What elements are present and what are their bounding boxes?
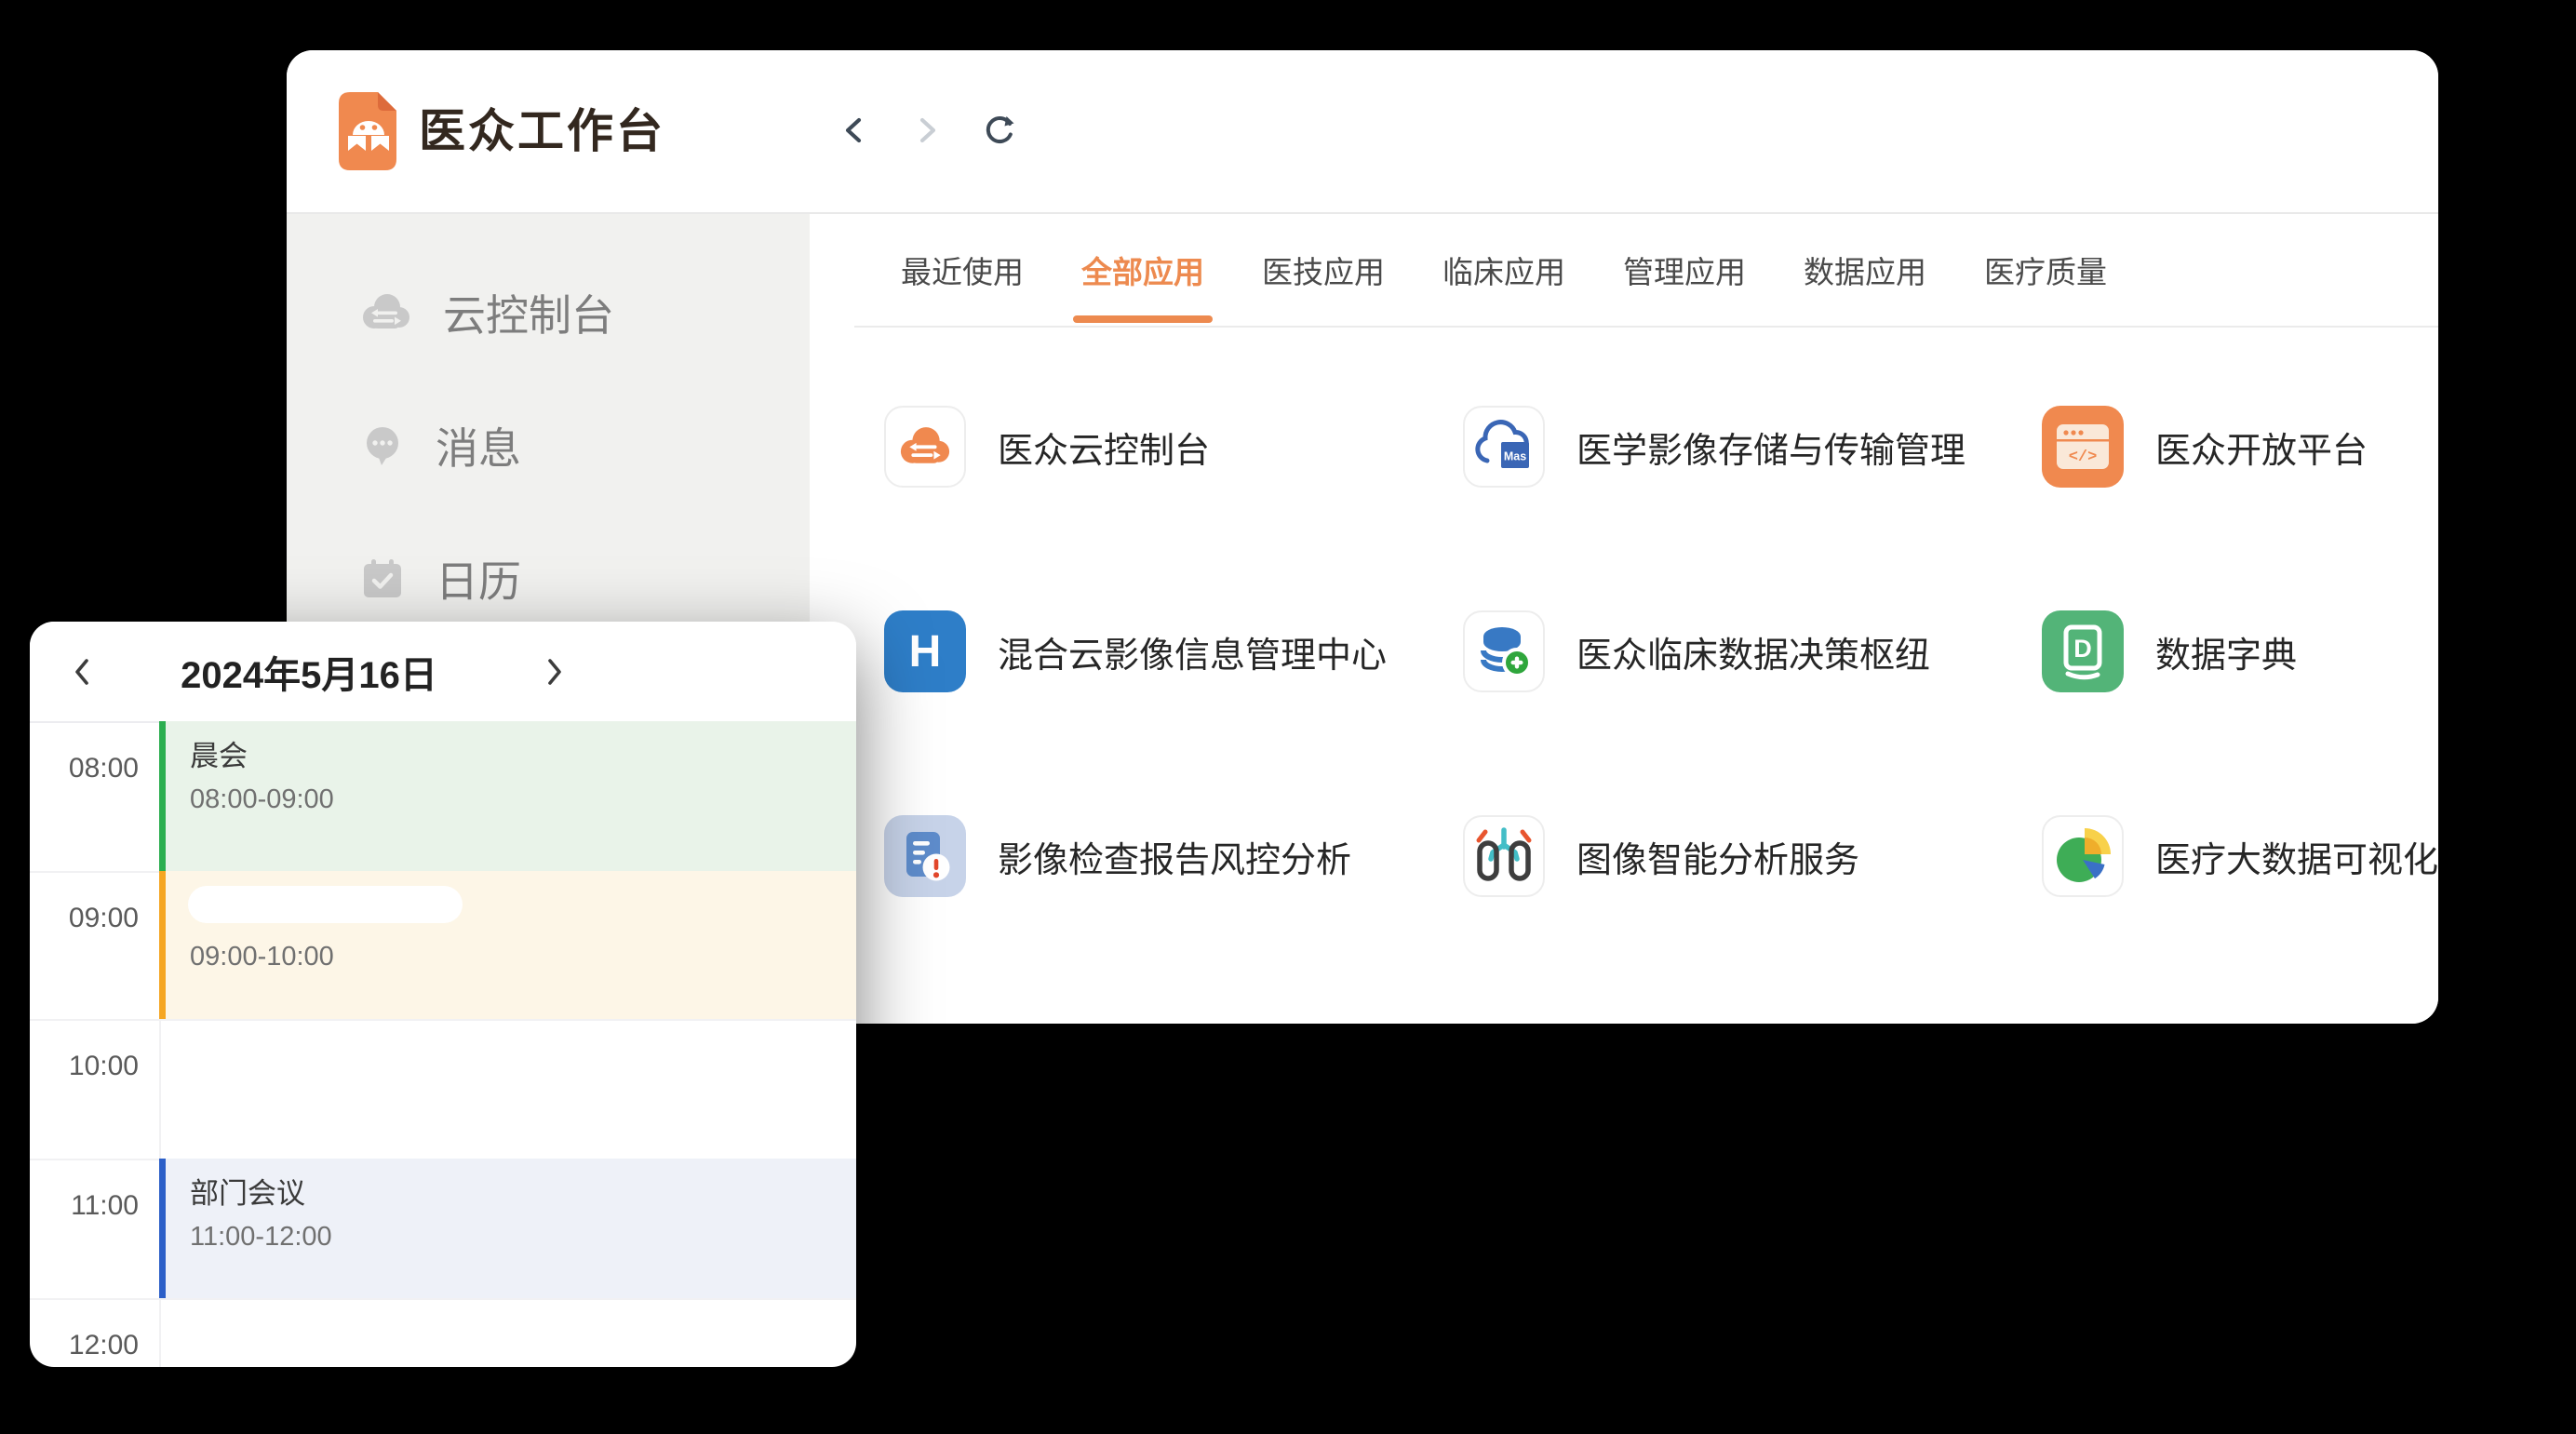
letter-h-icon: H: [884, 610, 966, 692]
event-cell: [161, 1300, 856, 1367]
apps-content: 最近使用 全部应用 医技应用 临床应用 管理应用 数据应用 医疗质量: [810, 214, 2438, 1024]
tab-management-apps[interactable]: 管理应用: [1623, 214, 1746, 326]
app-name: 图像智能分析服务: [1576, 831, 1859, 882]
chevron-left-icon: [70, 655, 94, 689]
calendar-date-label: 2024年5月16日: [114, 622, 504, 721]
time-label: 10:00: [30, 1021, 161, 1159]
calendar-row-1100: 11:00 部门会议 11:00-12:00: [30, 1159, 856, 1298]
calendar-next-day-button[interactable]: [527, 622, 583, 721]
event-cell: 晨会 08:00-09:00: [161, 723, 856, 871]
sidebar-item-messages[interactable]: 消息: [359, 416, 521, 476]
calendar-header: 2024年5月16日: [30, 622, 856, 723]
app-report-risk-analysis[interactable]: 影像检查报告风控分析: [884, 815, 1463, 897]
app-big-data-visualization[interactable]: 医疗大数据可视化: [2042, 815, 2438, 897]
redacted-event-title: [188, 886, 463, 923]
sidebar-item-label: 日历: [436, 548, 521, 610]
event-time-range: 09:00-10:00: [190, 940, 856, 973]
cloud-settings-icon: [359, 291, 413, 334]
refresh-button[interactable]: [981, 112, 1018, 149]
event-title: 晨会: [190, 738, 856, 775]
tab-all-apps[interactable]: 全部应用: [1081, 214, 1204, 326]
event-department-meeting[interactable]: 部门会议 11:00-12:00: [159, 1159, 856, 1298]
event-time-range: 08:00-09:00: [190, 783, 856, 816]
tab-medical-quality[interactable]: 医疗质量: [1984, 214, 2107, 326]
report-alert-icon: [884, 815, 966, 897]
calendar-row-1200: 12:00: [30, 1298, 856, 1367]
nav-controls: [836, 112, 1018, 149]
app-name: 医学影像存储与传输管理: [1576, 422, 1966, 473]
tab-divider: [854, 326, 2438, 328]
event-title: 部门会议: [190, 1175, 856, 1213]
lungs-icon: [1463, 815, 1545, 897]
calendar-panel: 2024年5月16日 08:00 晨会 08:00-09:00 09:00 09…: [30, 622, 856, 1367]
pie-chart-icon: [2042, 815, 2124, 897]
time-label: 09:00: [30, 873, 161, 1019]
event-time-range: 11:00-12:00: [190, 1220, 856, 1253]
cloud-settings-icon: [884, 406, 966, 488]
calendar-prev-day-button[interactable]: [54, 622, 110, 721]
code-window-icon: </>: [2042, 406, 2124, 488]
tab-recently-used[interactable]: 最近使用: [901, 214, 1024, 326]
tab-medtech-apps[interactable]: 医技应用: [1262, 214, 1385, 326]
app-open-platform[interactable]: </> 医众开放平台: [2042, 406, 2438, 488]
event-cell: [161, 1021, 856, 1159]
app-name: 影像检查报告风控分析: [998, 831, 1351, 882]
app-image-ai-analysis[interactable]: 图像智能分析服务: [1463, 815, 2042, 897]
calendar-row-0900: 09:00 09:00-10:00: [30, 871, 856, 1019]
calendar-row-0800: 08:00 晨会 08:00-09:00: [30, 723, 856, 871]
time-label: 12:00: [30, 1300, 161, 1367]
svg-text:Mas: Mas: [1504, 450, 1526, 463]
chevron-left-icon: [836, 112, 873, 149]
svg-text:</>: </>: [2069, 449, 2098, 466]
sidebar-item-cloud-console[interactable]: 云控制台: [359, 283, 614, 342]
event-cell: 09:00-10:00: [161, 873, 856, 1019]
tab-data-apps[interactable]: 数据应用: [1804, 214, 1926, 326]
app-name: 医众云控制台: [998, 422, 1210, 473]
app-hybrid-cloud-imaging[interactable]: H 混合云影像信息管理中心: [884, 610, 1463, 692]
dictionary-book-icon: D: [2042, 610, 2124, 692]
app-name: 医众开放平台: [2155, 422, 2368, 473]
svg-text:D: D: [2073, 635, 2092, 663]
app-grid: 医众云控制台 Mas 医学影像存储与传输管理: [884, 406, 2438, 1020]
tab-clinical-apps[interactable]: 临床应用: [1442, 214, 1565, 326]
event-cell: 部门会议 11:00-12:00: [161, 1160, 856, 1298]
app-name: 数据字典: [2155, 626, 2297, 677]
event-redacted[interactable]: 09:00-10:00: [159, 871, 856, 1019]
app-name: 医疗大数据可视化: [2155, 831, 2438, 882]
event-morning-meeting[interactable]: 晨会 08:00-09:00: [159, 721, 856, 871]
chevron-right-icon: [543, 655, 567, 689]
app-data-dictionary[interactable]: D 数据字典: [2042, 610, 2438, 692]
database-plus-icon: [1463, 610, 1545, 692]
time-label: 11:00: [30, 1160, 161, 1298]
app-logo: [339, 92, 398, 170]
back-button[interactable]: [836, 112, 873, 149]
refresh-icon: [981, 112, 1018, 149]
mascot-document-icon: [339, 92, 398, 170]
sidebar-item-calendar[interactable]: 日历: [359, 549, 521, 609]
calendar-check-icon: [359, 556, 406, 601]
tab-bar: 最近使用 全部应用 医技应用 临床应用 管理应用 数据应用 医疗质量: [901, 214, 2107, 326]
app-cloud-console[interactable]: 医众云控制台: [884, 406, 1463, 488]
app-name: 医众临床数据决策枢纽: [1576, 626, 1930, 677]
window-title: 医众工作台: [419, 50, 665, 212]
sidebar-item-label: 消息: [436, 415, 521, 476]
app-medical-image-storage[interactable]: Mas 医学影像存储与传输管理: [1463, 406, 2042, 488]
app-name: 混合云影像信息管理中心: [998, 626, 1387, 677]
window-header: 医众工作台: [287, 50, 2438, 214]
forward-button[interactable]: [908, 112, 946, 149]
chevron-right-icon: [908, 112, 946, 149]
time-label: 08:00: [30, 723, 161, 871]
sidebar-item-label: 云控制台: [443, 282, 614, 343]
message-bubble-icon: [359, 423, 406, 468]
app-clinical-data-hub[interactable]: 医众临床数据决策枢纽: [1463, 610, 2042, 692]
cloud-mas-icon: Mas: [1463, 406, 1545, 488]
calendar-row-1000: 10:00: [30, 1019, 856, 1159]
